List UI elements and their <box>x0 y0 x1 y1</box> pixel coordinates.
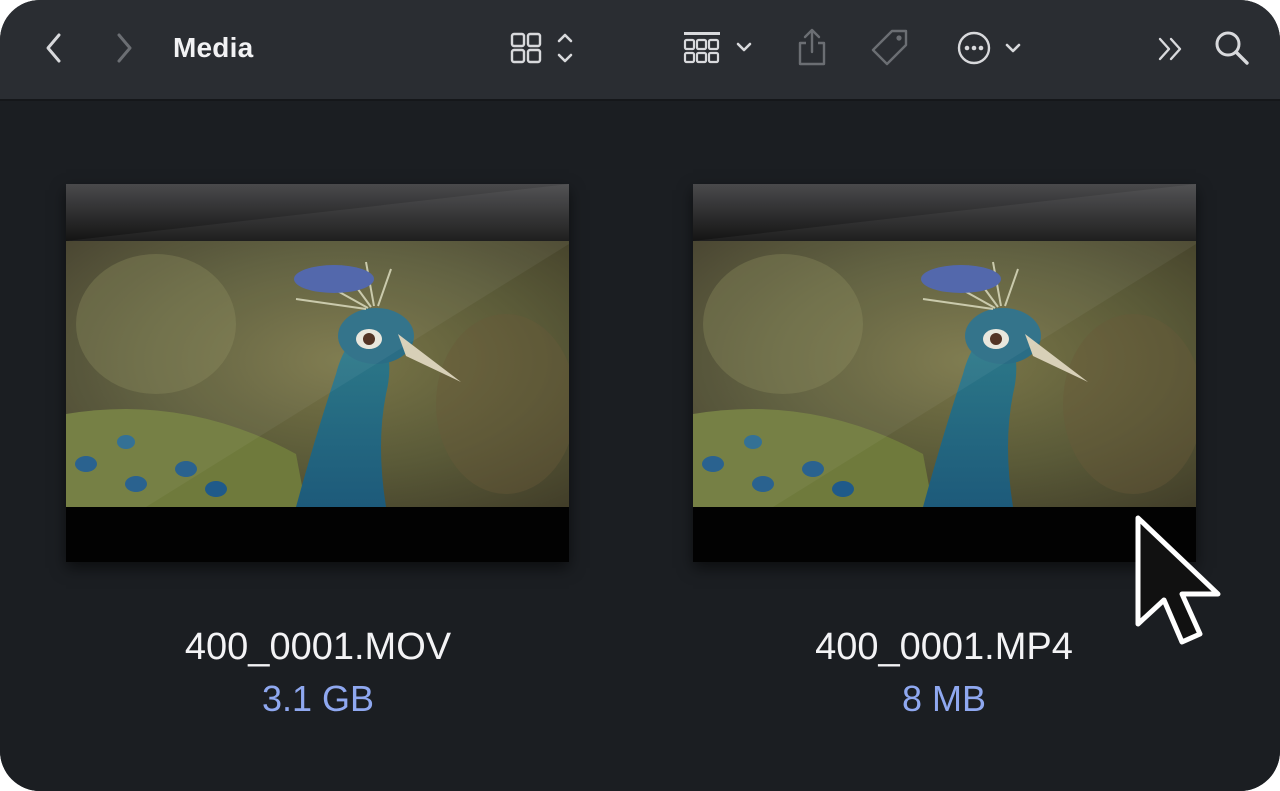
search-button[interactable] <box>1212 28 1252 68</box>
forward-button[interactable] <box>106 28 142 68</box>
overflow-button[interactable] <box>1154 32 1188 66</box>
chevron-left-icon <box>46 33 61 63</box>
finder-window: Media 400_0001.MOV 3.1 GB 400_0001.MP4 8… <box>0 0 1280 791</box>
file-thumbnail[interactable] <box>66 184 569 562</box>
file-grid: 400_0001.MOV 3.1 GB 400_0001.MP4 8 MB <box>0 101 1280 791</box>
grid-view-icon <box>510 32 573 64</box>
window-title: Media <box>173 32 254 63</box>
arrow-cursor-icon <box>1135 515 1221 645</box>
file-name[interactable]: 400_0001.MP4 <box>724 625 1164 669</box>
file-thumbnail[interactable] <box>693 184 1196 562</box>
view-options-button[interactable] <box>506 28 578 68</box>
peacock-thumbnail-image <box>693 184 1196 562</box>
tag-button[interactable] <box>868 26 912 70</box>
more-actions-button[interactable] <box>954 27 1026 69</box>
filmstrip-group-icon <box>683 32 752 64</box>
tag-icon <box>871 29 908 66</box>
file-size: 3.1 GB <box>261 678 375 719</box>
toolbar: Media <box>0 0 1280 101</box>
file-name[interactable]: 400_0001.MOV <box>98 625 538 669</box>
group-options-button[interactable] <box>680 26 758 70</box>
share-icon <box>798 28 826 66</box>
chevron-right-icon <box>117 33 132 63</box>
double-chevron-right-icon <box>1158 37 1182 61</box>
back-button[interactable] <box>36 28 72 68</box>
magnifying-glass-icon <box>1215 31 1249 65</box>
ellipsis-circle-icon <box>957 31 1021 65</box>
peacock-thumbnail-image <box>66 184 569 562</box>
share-button[interactable] <box>794 26 830 70</box>
file-size: 8 MB <box>901 678 987 719</box>
